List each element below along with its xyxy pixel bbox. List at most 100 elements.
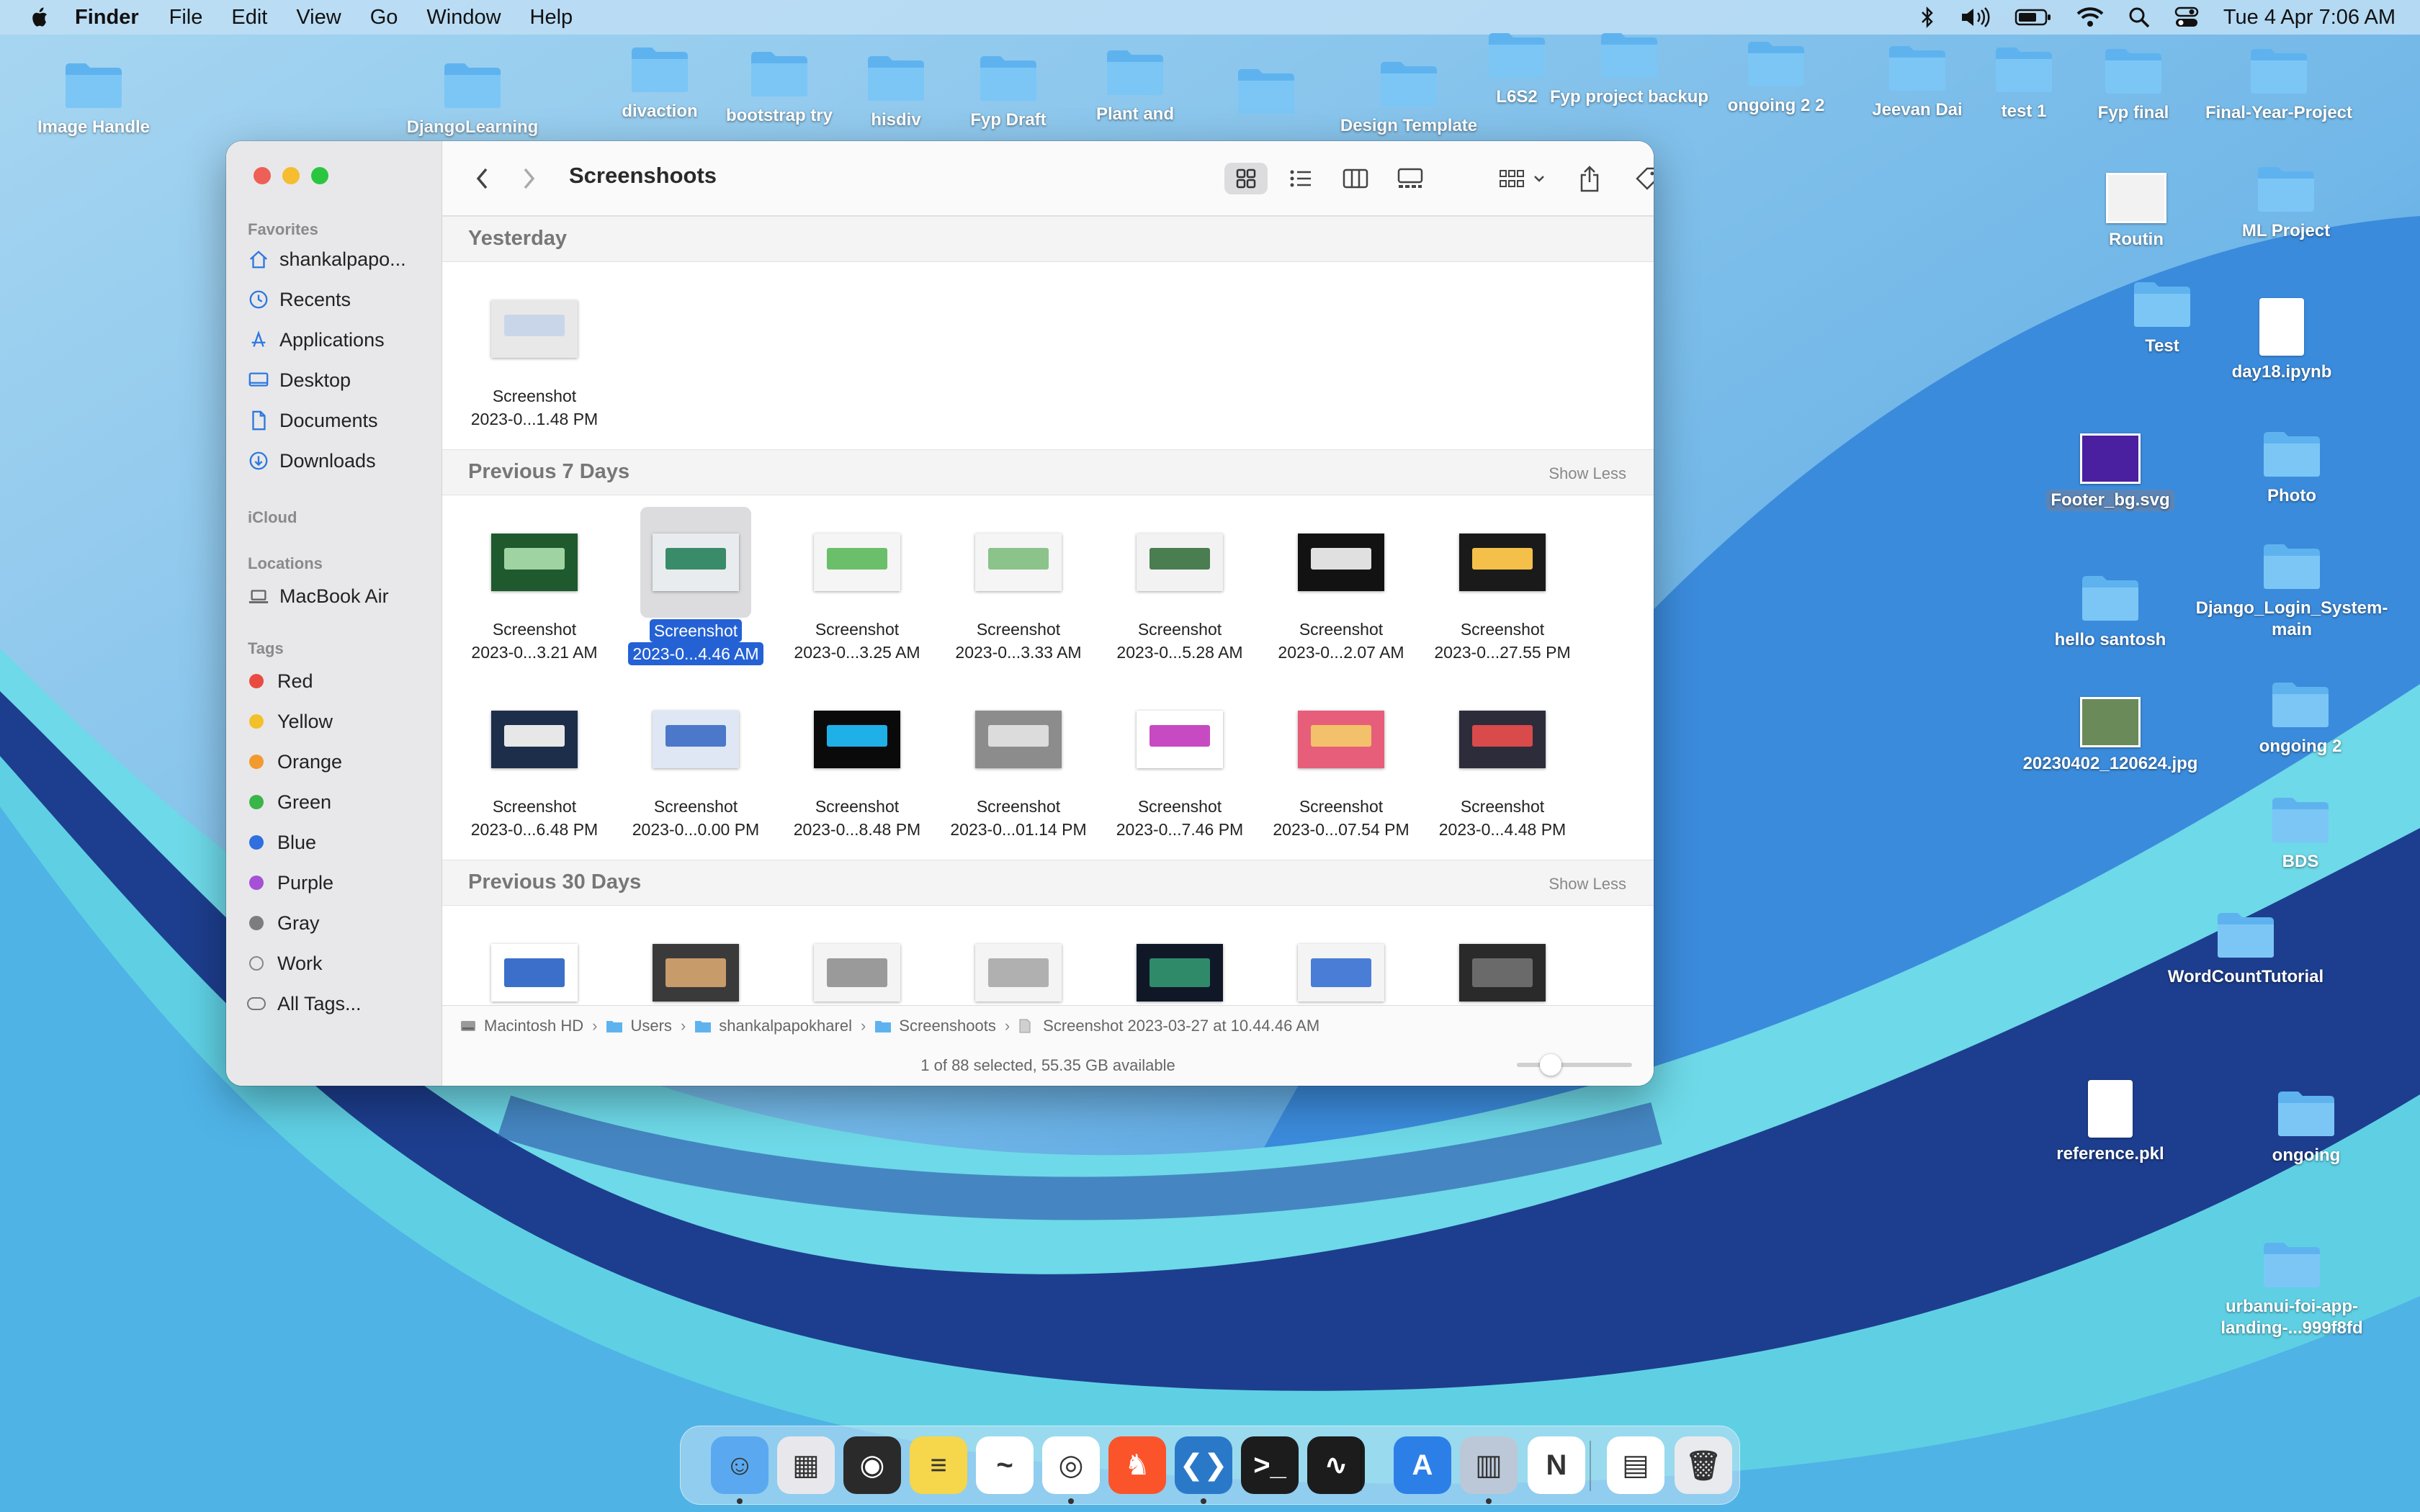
file-item[interactable]: Screenshot 2023-0...01.14 PM: [941, 684, 1096, 841]
sidebar-tag-item[interactable]: Purple: [243, 868, 333, 897]
screenshot-icon[interactable]: ◉: [843, 1436, 901, 1494]
file-item[interactable]: Screenshot 2023-0...6.48 PM: [457, 684, 612, 841]
desktop-item[interactable]: ongoing 2: [2214, 680, 2387, 757]
desktop-item[interactable]: Photo: [2205, 429, 2378, 507]
minimize-button[interactable]: [282, 167, 300, 184]
menu-app-finder[interactable]: Finder: [75, 6, 139, 30]
desktop-item[interactable]: 20230402_120624.jpg: [2023, 697, 2197, 775]
path-crumb[interactable]: Screenshoots: [874, 1017, 996, 1035]
notion-icon[interactable]: N: [1528, 1436, 1585, 1494]
desktop-item[interactable]: urbanui-foi-app-landing-...999f8fd: [2205, 1240, 2378, 1339]
sidebar-tag-item[interactable]: All Tags...: [243, 989, 362, 1018]
sidebar-header-icloud[interactable]: iCloud: [248, 508, 297, 527]
desktop-item[interactable]: reference.pkl: [2024, 1080, 2197, 1165]
file-item[interactable]: [1263, 917, 1419, 1005]
file-item[interactable]: Screenshot 2023-0...4.46 AM: [618, 507, 774, 665]
file-item[interactable]: Screenshot 2023-0...1.48 PM: [457, 274, 612, 431]
apple-icon[interactable]: [26, 4, 55, 30]
chrome-icon[interactable]: ◎: [1042, 1436, 1100, 1494]
menu-go[interactable]: Go: [370, 6, 398, 30]
path-crumb[interactable]: Macintosh HD: [460, 1017, 583, 1035]
zoom-button[interactable]: [311, 167, 328, 184]
sidebar-tag-item[interactable]: Yellow: [243, 707, 333, 736]
sidebar-item[interactable]: Recents: [248, 285, 351, 314]
column-view-button[interactable]: [1335, 163, 1376, 194]
terminal-icon[interactable]: >_: [1241, 1436, 1299, 1494]
file-item[interactable]: [1425, 917, 1580, 1005]
forward-button[interactable]: [514, 163, 543, 194]
app-store-icon[interactable]: A: [1394, 1436, 1451, 1494]
desktop-item[interactable]: Image Handle: [7, 60, 180, 138]
desktop-item[interactable]: ongoing: [2220, 1089, 2393, 1166]
show-less-button[interactable]: Show Less: [1549, 464, 1626, 483]
desktop-item[interactable]: Django_Login_System-main: [2196, 541, 2388, 641]
desktop-item[interactable]: BDS: [2214, 795, 2387, 873]
menu-help[interactable]: Help: [530, 6, 573, 30]
path-crumb[interactable]: Users: [606, 1017, 672, 1035]
share-button[interactable]: [1572, 163, 1608, 194]
file-item[interactable]: [457, 917, 612, 1005]
volume-icon[interactable]: [1960, 6, 1990, 29]
file-item[interactable]: Screenshot 2023-0...3.25 AM: [779, 507, 935, 664]
bluetooth-icon[interactable]: [1919, 6, 1935, 29]
list-view-button[interactable]: [1281, 163, 1321, 194]
close-button[interactable]: [254, 167, 271, 184]
file-item[interactable]: Screenshot 2023-0...07.54 PM: [1263, 684, 1419, 841]
control-center-icon[interactable]: [2174, 6, 2199, 28]
sidebar-item[interactable]: Desktop: [248, 366, 351, 395]
desktop-item[interactable]: hello santosh: [2024, 573, 2197, 651]
file-item[interactable]: [1102, 917, 1258, 1005]
icon-view-button[interactable]: [1224, 163, 1268, 194]
sidebar-tag-item[interactable]: Red: [243, 667, 313, 696]
group-by-button[interactable]: [1494, 163, 1554, 194]
file-item[interactable]: Screenshot 2023-0...27.55 PM: [1425, 507, 1580, 664]
file-item[interactable]: [779, 917, 935, 1005]
desktop-item[interactable]: Final-Year-Project: [2192, 46, 2365, 124]
freeform-icon[interactable]: ~: [976, 1436, 1034, 1494]
desktop-item[interactable]: DjangoLearning: [386, 60, 559, 138]
path-crumb[interactable]: shankalpapokharel: [694, 1017, 852, 1035]
sidebar-item[interactable]: shankalpapo...: [248, 245, 406, 274]
brave-icon[interactable]: ♞: [1108, 1436, 1166, 1494]
sidebar-tag-item[interactable]: Gray: [243, 909, 320, 937]
document-preview-icon[interactable]: ▤: [1607, 1436, 1664, 1494]
menubar-clock[interactable]: Tue 4 Apr 7:06 AM: [2223, 6, 2396, 30]
file-item[interactable]: [941, 917, 1096, 1005]
file-item[interactable]: Screenshot 2023-0...3.33 AM: [941, 507, 1096, 664]
sidebar-tag-item[interactable]: Green: [243, 788, 331, 816]
file-item[interactable]: Screenshot 2023-0...0.00 PM: [618, 684, 774, 841]
desktop-item[interactable]: WordCountTutorial: [2159, 910, 2332, 988]
desktop-item[interactable]: ML Project: [2200, 164, 2372, 242]
show-less-button[interactable]: Show Less: [1549, 875, 1626, 894]
file-item[interactable]: Screenshot 2023-0...7.46 PM: [1102, 684, 1258, 841]
menu-view[interactable]: View: [296, 6, 341, 30]
wifi-icon[interactable]: [2076, 6, 2104, 28]
sidebar-tag-item[interactable]: Blue: [243, 828, 316, 857]
file-item[interactable]: [618, 917, 774, 1005]
sidebar-item[interactable]: MacBook Air: [248, 582, 389, 611]
menu-file[interactable]: File: [169, 6, 203, 30]
file-item[interactable]: Screenshot 2023-0...8.48 PM: [779, 684, 935, 841]
sidebar-tag-item[interactable]: Work: [243, 949, 323, 978]
desktop-item[interactable]: day18.ipynb: [2195, 298, 2368, 383]
sidebar-tag-item[interactable]: Orange: [243, 747, 342, 776]
slider-knob[interactable]: [1540, 1054, 1561, 1076]
desktop-item[interactable]: Footer_bg.svg: [2024, 433, 2197, 511]
vscode-icon[interactable]: ❮❯: [1175, 1436, 1232, 1494]
icon-size-slider[interactable]: [1517, 1054, 1632, 1076]
notes-icon[interactable]: ≡: [910, 1436, 967, 1494]
back-button[interactable]: [468, 163, 497, 194]
menu-window[interactable]: Window: [426, 6, 501, 30]
sidebar-item[interactable]: Documents: [248, 406, 378, 435]
file-item[interactable]: Screenshot 2023-0...3.21 AM: [457, 507, 612, 664]
sidebar-item[interactable]: Applications: [248, 325, 385, 354]
path-crumb[interactable]: Screenshot 2023-03-27 at 10.44.46 AM: [1018, 1017, 1319, 1035]
spotlight-search-icon[interactable]: [2128, 6, 2150, 28]
gallery-view-button[interactable]: [1390, 163, 1430, 194]
trash-icon[interactable]: 🗑: [1675, 1436, 1732, 1494]
activity-monitor-icon[interactable]: ∿: [1307, 1436, 1365, 1494]
tags-button[interactable]: [1629, 163, 1654, 194]
battery-icon[interactable]: [2015, 7, 2052, 27]
menu-edit[interactable]: Edit: [231, 6, 267, 30]
sidebar-item[interactable]: Downloads: [248, 446, 376, 475]
